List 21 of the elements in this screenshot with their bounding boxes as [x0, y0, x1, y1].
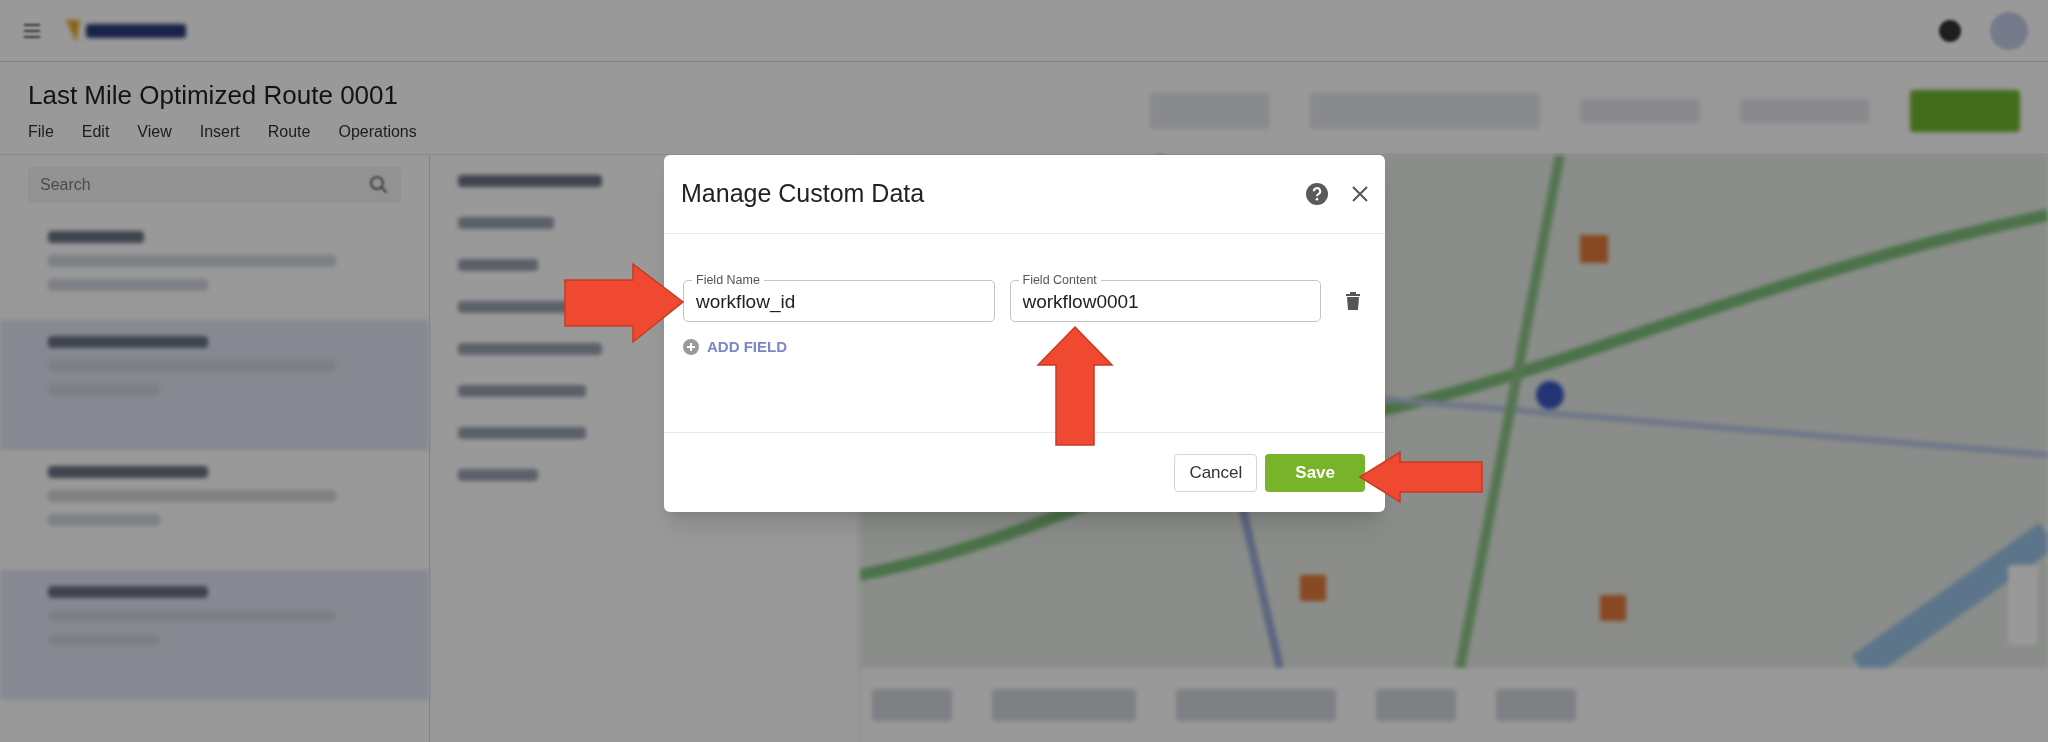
destination-item[interactable]	[0, 570, 429, 700]
menu-item[interactable]: View	[137, 120, 172, 144]
menu-item[interactable]: Insert	[199, 120, 240, 144]
menu-item[interactable]: File	[28, 120, 54, 144]
search-icon[interactable]	[369, 175, 389, 195]
search-field[interactable]: Search	[28, 167, 401, 203]
dialog-title: Manage Custom Data	[681, 178, 925, 210]
cancel-button[interactable]: Cancel	[1174, 453, 1258, 492]
trash-icon[interactable]	[1346, 292, 1360, 310]
field-content-input[interactable]: workflow0001	[1022, 289, 1308, 315]
menu-item[interactable]: Edit	[81, 120, 110, 144]
plus-icon	[683, 339, 699, 356]
field-name-input[interactable]: workflow_id	[696, 289, 982, 315]
close-icon[interactable]	[1352, 186, 1368, 202]
route-title: Last Mile Optimized Route 0001	[28, 82, 399, 108]
avatar[interactable]	[1990, 11, 2028, 50]
menu-item[interactable]: Route	[267, 120, 311, 144]
add-field-button[interactable]: ADD FIELD	[683, 336, 787, 359]
destination-item[interactable]	[0, 320, 429, 450]
menu-item[interactable]: Operations	[338, 120, 417, 144]
search-input[interactable]: Search	[40, 173, 369, 197]
